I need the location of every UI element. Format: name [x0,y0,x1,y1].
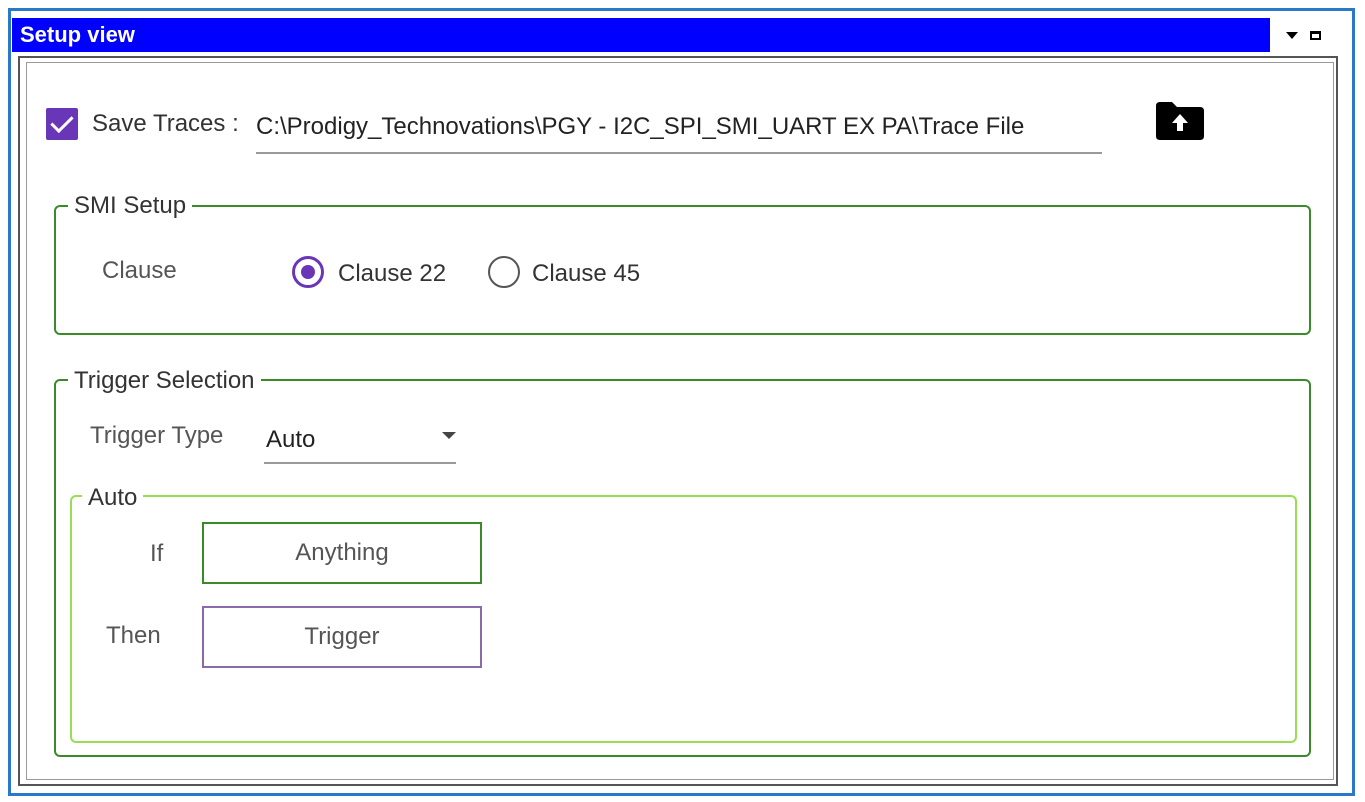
smi-setup-legend: SMI Setup [68,192,193,220]
trigger-selection-legend: Trigger Selection [68,367,261,395]
then-action-box[interactable]: Trigger [202,606,482,668]
trace-path-field[interactable]: C:\Prodigy_Technovations\PGY - I2C_SPI_S… [256,110,1102,154]
if-label: If [150,540,164,567]
trigger-type-value: Auto [266,426,316,453]
clause-22-label[interactable]: Clause 22 [338,260,446,288]
clause-label: Clause [102,257,177,284]
if-condition-box[interactable]: Anything [202,522,482,584]
save-traces-label: Save Traces : [92,110,239,137]
clause-22-radio[interactable] [292,256,324,288]
then-label: Then [106,622,161,649]
folder-upload-icon[interactable] [1156,100,1204,140]
auto-legend: Auto [82,484,144,512]
clause-45-radio[interactable] [488,256,520,288]
clause-45-label[interactable]: Clause 45 [532,260,640,288]
smi-setup-group [54,205,1311,335]
dropdown-menu-icon[interactable] [1286,31,1298,39]
maximize-icon[interactable] [1310,30,1321,40]
trigger-type-label: Trigger Type [90,422,224,449]
window-controls [1280,18,1321,52]
save-traces-checkbox[interactable] [46,108,78,140]
chevron-down-icon [442,432,456,439]
trigger-type-select[interactable]: Auto [264,420,456,464]
window-title: Setup view [12,18,1270,52]
